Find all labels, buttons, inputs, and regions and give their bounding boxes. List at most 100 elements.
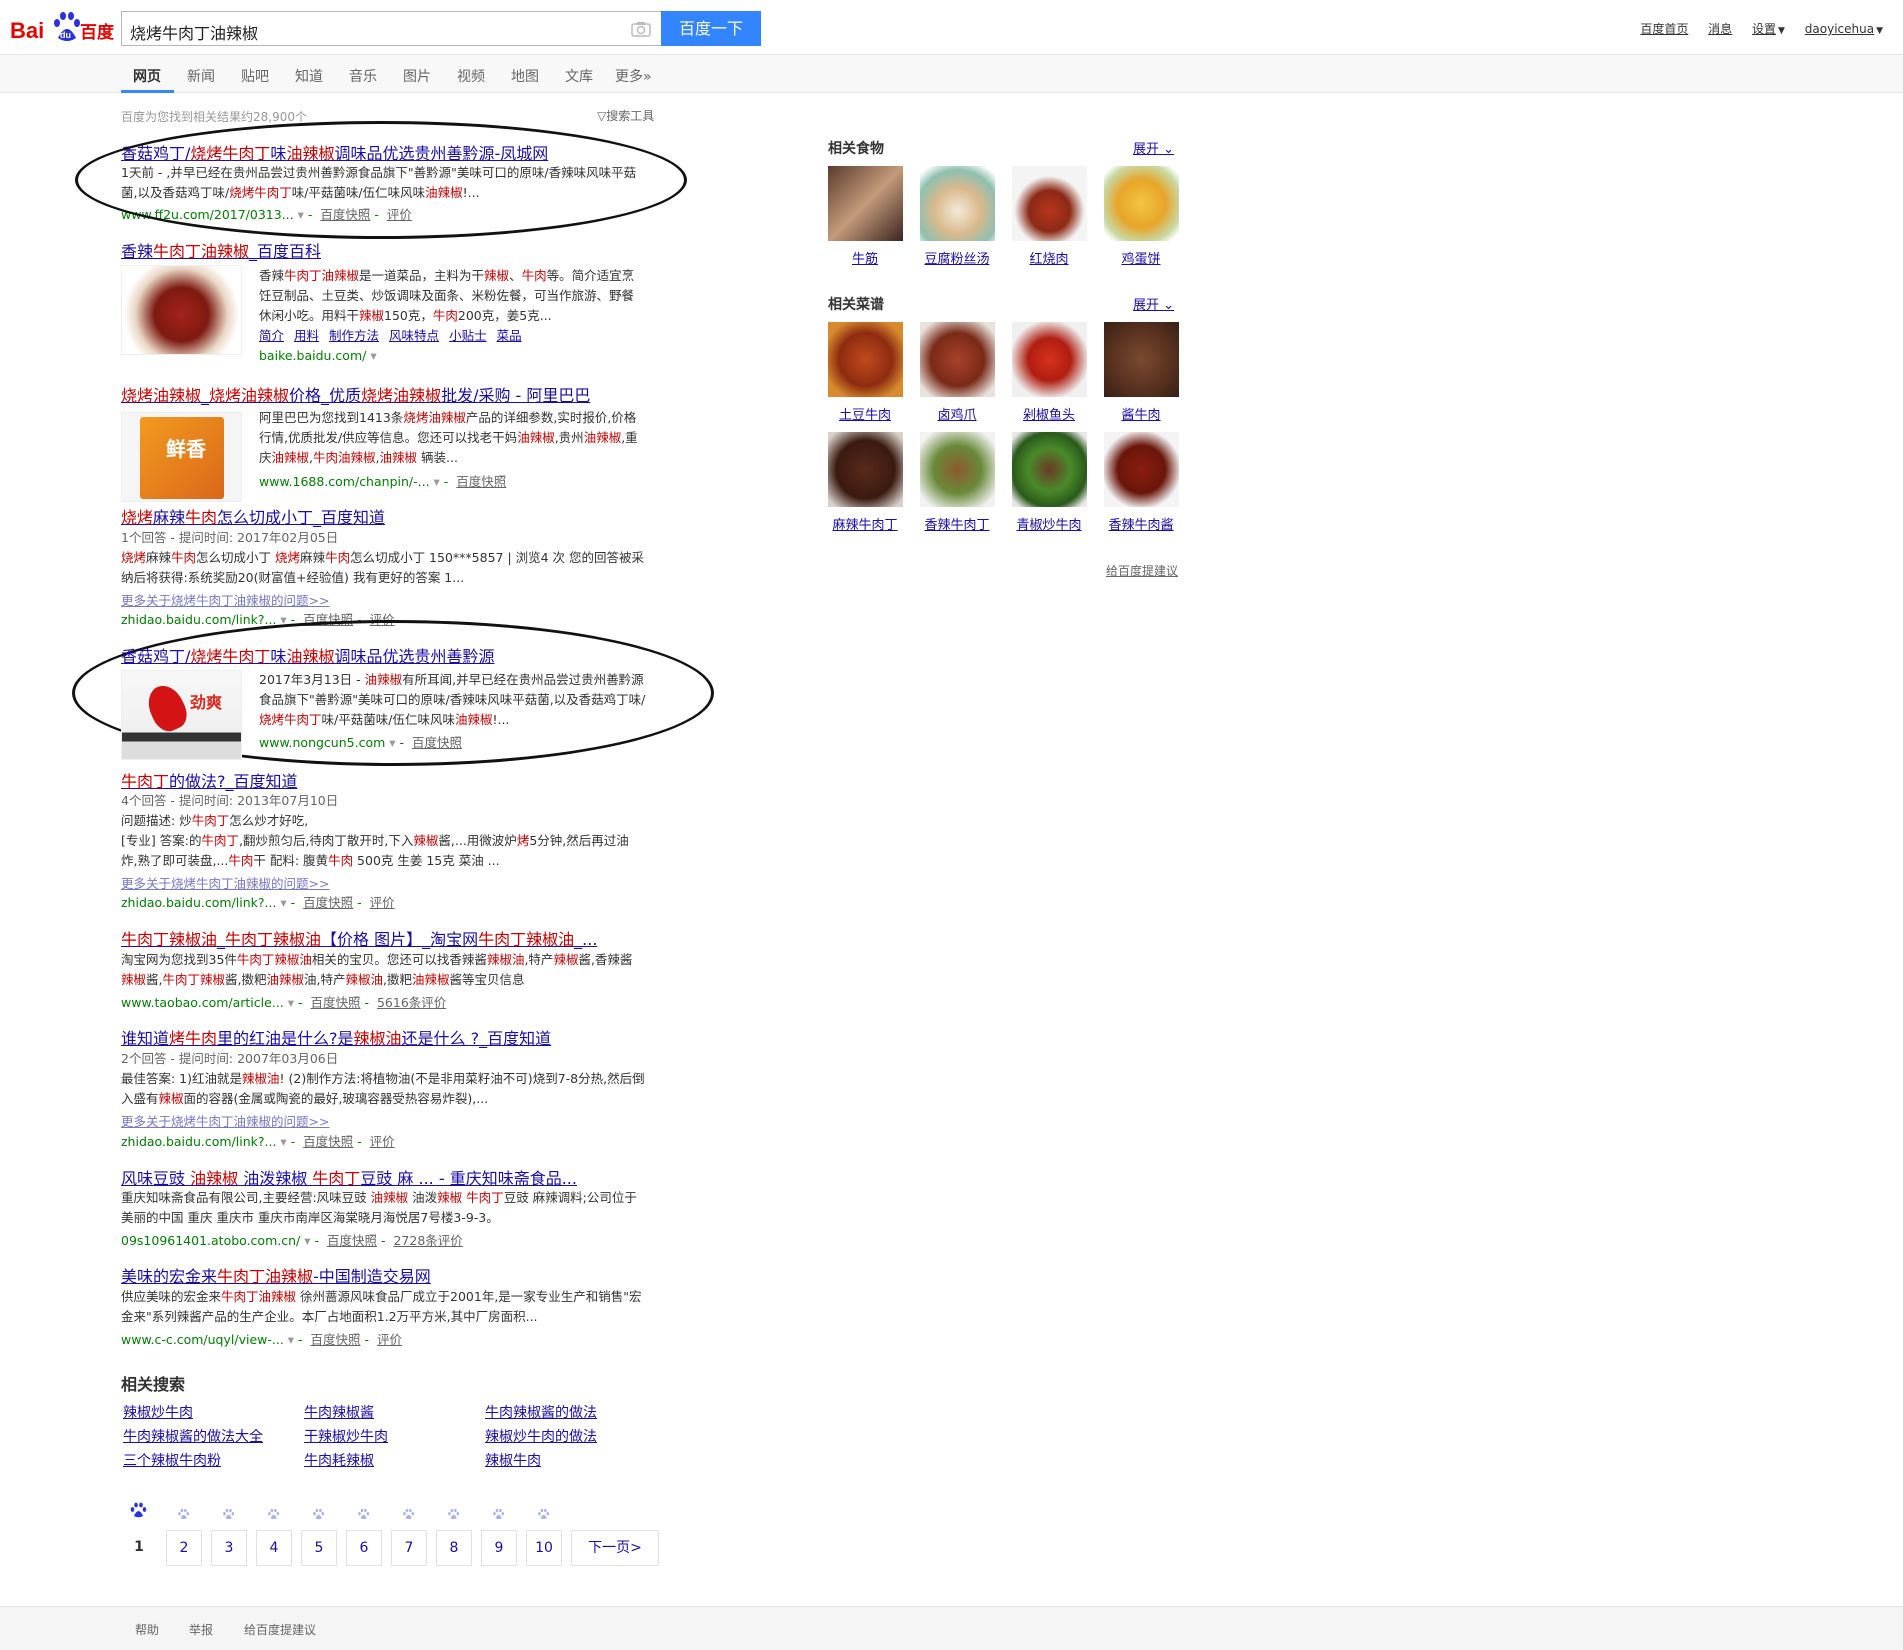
link-baidu-home[interactable]: 百度首页 [1640,22,1688,36]
food-image-beef-tendon[interactable] [828,166,903,241]
expand-recipes-link[interactable]: 展开 ⌄ [1133,294,1174,313]
tab-images[interactable]: 图片 [403,66,431,86]
recipe-caption[interactable]: 香辣牛肉酱 [1096,514,1186,533]
tab-tieba[interactable]: 贴吧 [241,66,269,86]
more-questions-link[interactable]: 更多关于烧烤牛肉丁油辣椒的问题>> [121,590,329,609]
recipe-caption[interactable]: 酱牛肉 [1096,404,1186,423]
camera-icon[interactable] [631,21,651,37]
sublink-tips[interactable]: 小贴士 [449,328,487,343]
search-input[interactable]: 烧烤牛肉丁油辣椒 [121,11,661,46]
dish-thumbnail[interactable] [121,265,242,355]
food-image-egg-pancake[interactable] [1104,166,1179,241]
product-thumbnail[interactable]: 劲爽 [121,670,242,760]
search-button[interactable]: 百度一下 [661,11,761,46]
related-search-item[interactable]: 辣椒牛肉 [485,1450,541,1470]
related-search-item[interactable]: 牛肉辣椒酱 [304,1402,374,1422]
food-image-tofu-soup[interactable] [920,166,995,241]
tab-web[interactable]: 网页 [133,66,161,86]
page-link-5[interactable]: 5 [301,1530,337,1566]
cache-link[interactable]: 百度快照 [311,1332,361,1347]
tab-zhidao[interactable]: 知道 [295,66,323,86]
page-link-9[interactable]: 9 [481,1530,517,1566]
result-url[interactable]: zhidao.baidu.com/link?... ▾ - 百度快照 - 评价 [121,1131,395,1150]
result-title[interactable]: 谁知道烤牛肉里的红油是什么?是辣椒油还是什么 ?_百度知道 [121,1025,551,1049]
link-messages[interactable]: 消息 [1708,22,1732,36]
recipe-image[interactable] [920,322,995,397]
result-title[interactable]: 烧烤油辣椒_烧烤油辣椒价格_优质烧烤油辣椒批发/采购 - 阿里巴巴 [121,382,590,406]
page-link-2[interactable]: 2 [166,1530,202,1566]
search-tools[interactable]: ▽搜索工具 [597,107,654,124]
page-link-7[interactable]: 7 [391,1530,427,1566]
cache-link[interactable]: 百度快照 [303,1134,353,1149]
result-url[interactable]: www.c-c.com/uqyl/view-... ▾ - 百度快照 - 评价 [121,1329,402,1348]
sublink-flavor[interactable]: 风味特点 [389,328,439,343]
cache-link[interactable]: 百度快照 [310,995,360,1010]
rate-link[interactable]: 评价 [370,1134,395,1149]
review-count-link[interactable]: 5616条评价 [377,995,446,1010]
cache-link[interactable]: 百度快照 [456,474,506,489]
footer-help[interactable]: 帮助 [135,1621,159,1638]
page-link-10[interactable]: 10 [526,1530,562,1566]
footer-feedback[interactable]: 给百度提建议 [244,1621,316,1638]
recipe-image[interactable] [920,432,995,507]
result-url[interactable]: www.1688.com/chanpin/-... ▾ - 百度快照 [259,471,506,490]
cache-link[interactable]: 百度快照 [327,1233,377,1248]
sublink-ingredients[interactable]: 用料 [294,328,319,343]
tab-map[interactable]: 地图 [511,66,539,86]
search-query[interactable]: 烧烤牛肉丁油辣椒 [130,20,258,44]
related-search-item[interactable]: 干辣椒炒牛肉 [304,1426,388,1446]
related-search-item[interactable]: 辣椒炒牛肉的做法 [485,1426,597,1446]
tab-music[interactable]: 音乐 [349,66,377,86]
recipe-image[interactable] [1012,432,1087,507]
baidu-logo[interactable]: Bai du 百度 [8,8,118,46]
recipe-caption[interactable]: 香辣牛肉丁 [912,514,1002,533]
related-search-item[interactable]: 三个辣椒牛肉粉 [123,1450,221,1470]
recipe-image[interactable] [1104,432,1179,507]
cache-link[interactable]: 百度快照 [303,895,353,910]
more-questions-link[interactable]: 更多关于烧烤牛肉丁油辣椒的问题>> [121,873,329,892]
recipe-caption[interactable]: 青椒炒牛肉 [1004,514,1094,533]
food-caption[interactable]: 鸡蛋饼 [1096,248,1186,267]
food-caption[interactable]: 牛筋 [820,248,910,267]
sublink-intro[interactable]: 简介 [259,328,284,343]
sublink-dishes[interactable]: 菜品 [497,328,522,343]
related-search-item[interactable]: 牛肉辣椒酱的做法 [485,1402,597,1422]
link-settings[interactable]: 设置 [1752,22,1776,36]
recipe-caption[interactable]: 剁椒鱼头 [1004,404,1094,423]
rate-link[interactable]: 评价 [370,895,395,910]
feedback-link[interactable]: 给百度提建议 [1106,562,1178,579]
tab-more[interactable]: 更多» [615,66,652,86]
related-search-item[interactable]: 牛肉耗辣椒 [304,1450,374,1470]
recipe-image[interactable] [1012,322,1087,397]
tab-video[interactable]: 视频 [457,66,485,86]
result-title[interactable]: 风味豆豉 油辣椒 油泼辣椒 牛肉丁豆豉 麻 ... - 重庆知味斋食品... [121,1165,577,1189]
recipe-caption[interactable]: 土豆牛肉 [820,404,910,423]
page-link-3[interactable]: 3 [211,1530,247,1566]
recipe-image[interactable] [828,432,903,507]
result-url[interactable]: 09s10961401.atobo.com.cn/ ▾ - 百度快照 - 272… [121,1230,463,1249]
tab-wenku[interactable]: 文库 [565,66,593,86]
recipe-caption[interactable]: 麻辣牛肉丁 [820,514,910,533]
more-questions-link[interactable]: 更多关于烧烤牛肉丁油辣椒的问题>> [121,1111,329,1130]
recipe-image[interactable] [1104,322,1179,397]
sublink-method[interactable]: 制作方法 [329,328,379,343]
result-url[interactable]: baike.baidu.com/ ▾ [259,348,377,363]
rate-link[interactable]: 评价 [377,1332,402,1347]
product-thumbnail[interactable]: 鲜香 [121,412,242,502]
recipe-caption[interactable]: 卤鸡爪 [912,404,1002,423]
tab-news[interactable]: 新闻 [187,66,215,86]
food-image-braised-pork[interactable] [1012,166,1087,241]
next-page-button[interactable]: 下一页> [571,1530,659,1566]
result-title[interactable]: 美味的宏金来牛肉丁油辣椒-中国制造交易网 [121,1263,431,1287]
result-title[interactable]: 牛肉丁的做法?_百度知道 [121,768,298,792]
page-link-6[interactable]: 6 [346,1530,382,1566]
recipe-image[interactable] [828,322,903,397]
food-caption[interactable]: 豆腐粉丝汤 [912,248,1002,267]
page-link-8[interactable]: 8 [436,1530,472,1566]
result-url[interactable]: www.taobao.com/article... ▾ - 百度快照 - 561… [121,992,446,1011]
footer-report[interactable]: 举报 [189,1621,213,1638]
result-title[interactable]: 香辣牛肉丁油辣椒_百度百科 [121,238,321,262]
link-username[interactable]: daoyicehua [1805,22,1874,36]
result-url[interactable]: www.nongcun5.com ▾ - 百度快照 [259,732,462,751]
page-link-4[interactable]: 4 [256,1530,292,1566]
